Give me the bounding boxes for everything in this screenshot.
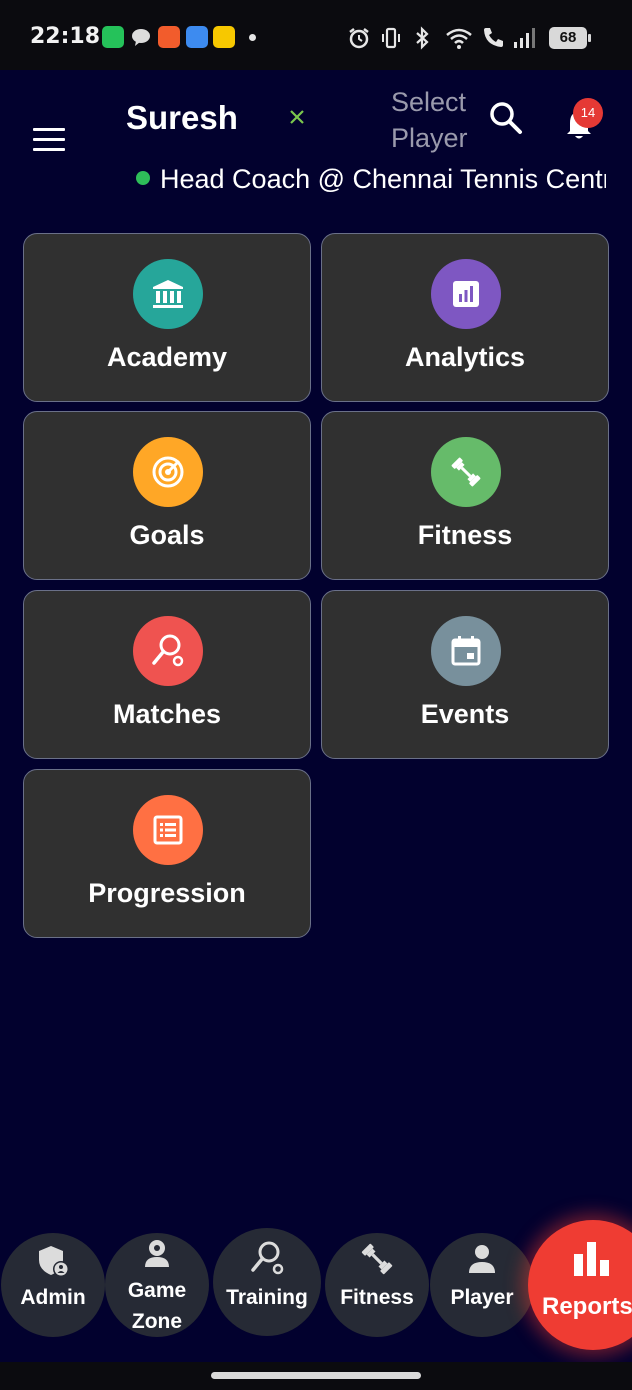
- tile-label: Progression: [88, 878, 246, 908]
- dumbbell-icon: [431, 437, 501, 507]
- nav-game-zone[interactable]: Game Zone: [105, 1233, 209, 1337]
- tile-label: Events: [420, 699, 510, 729]
- calendar-icon: [431, 616, 501, 686]
- nav-label: Game: [127, 1279, 187, 1302]
- nav-label: Reports: [542, 1293, 632, 1320]
- tile-progression[interactable]: Progression: [23, 769, 311, 938]
- list-icon: [133, 795, 203, 865]
- tile-academy[interactable]: Academy: [23, 233, 311, 402]
- vibrate-icon: [382, 27, 400, 49]
- chat-icon: [130, 26, 152, 48]
- game-zone-icon: [145, 1240, 169, 1267]
- tile-label: Analytics: [404, 342, 526, 372]
- wifi-icon: [446, 28, 472, 49]
- user-name: Suresh: [126, 99, 238, 136]
- dumbbell-icon: [361, 1243, 393, 1275]
- nav-label: Training: [226, 1286, 308, 1309]
- nav-player[interactable]: Player: [430, 1233, 534, 1337]
- nav-label: Admin: [20, 1286, 86, 1309]
- online-status-icon: [136, 171, 150, 185]
- status-time: 22:18: [30, 24, 101, 49]
- files-icon: [186, 26, 208, 48]
- tile-matches[interactable]: Matches: [23, 590, 311, 759]
- status-bar: 22:18 68: [0, 0, 632, 70]
- tile-label: Matches: [112, 699, 222, 729]
- role-text: Head Coach @ Chennai Tennis Centre: [160, 164, 606, 194]
- tile-fitness[interactable]: Fitness: [321, 411, 609, 580]
- rapido-icon: [213, 26, 235, 48]
- tile-goals[interactable]: Goals: [23, 411, 311, 580]
- battery-indicator: 68: [549, 27, 591, 49]
- alarm-icon: [349, 28, 369, 49]
- bank-icon: [133, 259, 203, 329]
- nav-label: Fitness: [340, 1286, 414, 1309]
- racket-icon: [133, 616, 203, 686]
- role-line: Head Coach @ Chennai Tennis Centre: [136, 164, 606, 200]
- signal-icon: [514, 28, 535, 48]
- tile-label: Fitness: [417, 520, 513, 550]
- hamburger-menu-icon[interactable]: [33, 128, 65, 152]
- racket-icon: [251, 1241, 284, 1275]
- target-icon: [133, 437, 203, 507]
- tile-label: Goals: [129, 520, 205, 550]
- search-icon[interactable]: [488, 100, 524, 136]
- notification-badge: 14: [573, 98, 603, 128]
- nav-label: Player: [450, 1286, 514, 1309]
- admin-shield-icon: [39, 1246, 69, 1277]
- nav-label: Zone: [131, 1310, 183, 1333]
- nav-fitness[interactable]: Fitness: [325, 1233, 429, 1337]
- analytics-icon: [431, 259, 501, 329]
- clear-player-icon[interactable]: [286, 106, 308, 128]
- home-indicator[interactable]: [211, 1372, 421, 1379]
- bluetooth-icon: [416, 26, 429, 50]
- nav-reports[interactable]: Reports: [528, 1220, 632, 1350]
- bar-chart-icon: [574, 1242, 609, 1276]
- tile-events[interactable]: Events: [321, 590, 609, 759]
- wifi-calling-icon: [484, 28, 503, 47]
- whatsapp-icon: [102, 26, 124, 48]
- nav-admin[interactable]: Admin: [1, 1233, 105, 1337]
- tile-analytics[interactable]: Analytics: [321, 233, 609, 402]
- select-player-label[interactable]: Select Player: [391, 84, 491, 156]
- tile-label: Academy: [106, 342, 228, 372]
- person-icon: [469, 1245, 495, 1273]
- swiggy-icon: [158, 26, 180, 48]
- nav-training[interactable]: Training: [213, 1228, 321, 1336]
- more-notifications-dot: [249, 34, 256, 41]
